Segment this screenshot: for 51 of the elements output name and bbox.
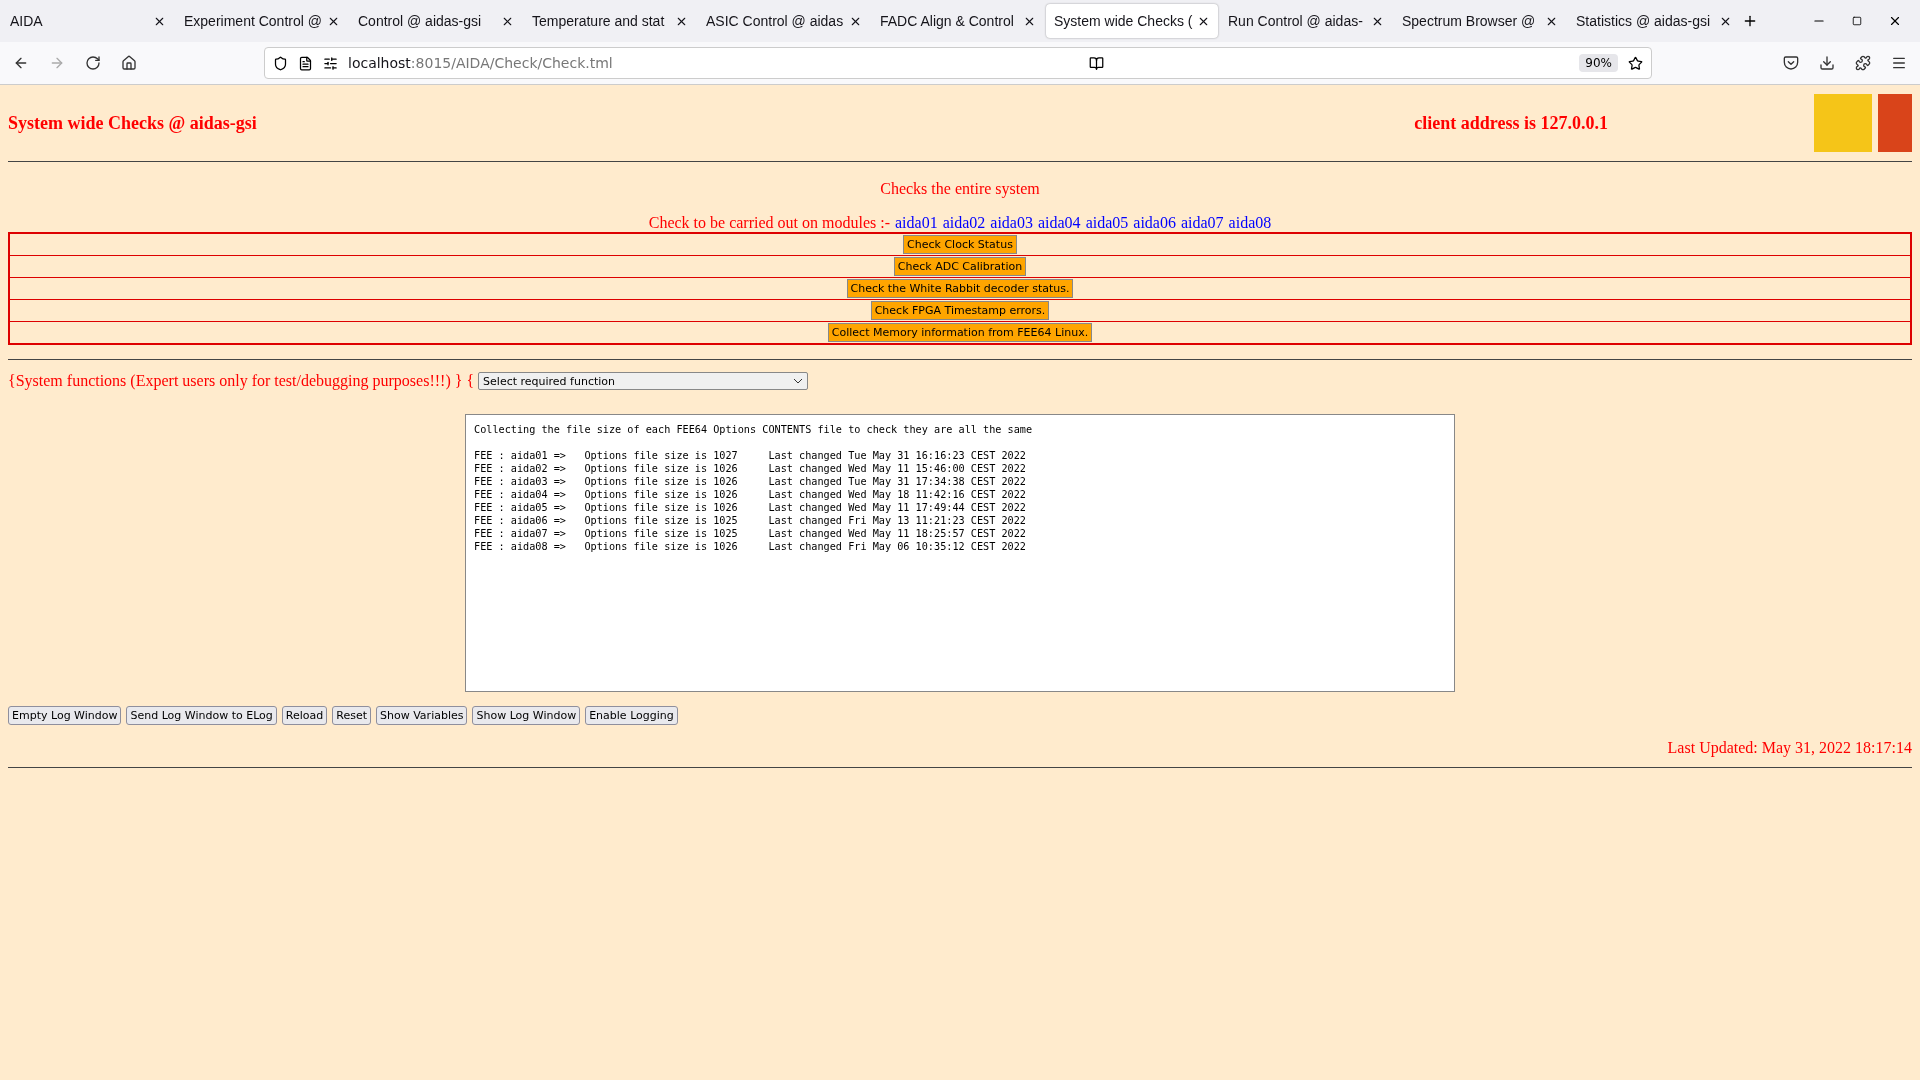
browser-tab[interactable]: Temperature and stat	[524, 4, 696, 38]
log-button[interactable]: Reset	[332, 706, 371, 725]
log-button[interactable]: Reload	[281, 706, 328, 725]
browser-tab[interactable]: Statistics @ aidas-gsi	[1568, 4, 1740, 38]
log-button[interactable]: Show Log Window	[472, 706, 581, 725]
log-textarea[interactable]: Collecting the file size of each FEE64 Options CONTENTS file to check they are all the same FEE : aida01 => Options file size is 1027 Last changed Tue May 31 16:16:23 CEST 2022 FEE : aida02 => Options file size is 1026 Last changed Wed May 11 15:46:00 CEST 2022 FEE : aida03 => Options file size is 1026 Last changed Tue May 31 17:34:38 CEST 2022 FEE : aida04 => Options file size is 1026 Last changed Wed May 18 11:42:16 CEST 2022 FEE : aida05 => Options file size is 1026 Last changed Wed May 11 17:49:44 CEST 2022 FEE : aida06 => Options file size is 1025 Last changed Fri May 13 11:21:23 CEST 2022 FEE : aida07 => Options file size is 1025 Last changed Wed May 11 18:25:57 CEST 2022 FEE : aida08 => Options file size is 1026 Last changed Fri May 06 10:35:12 CEST 2022	[465, 414, 1455, 692]
browser-tab[interactable]: FADC Align & Control	[872, 4, 1044, 38]
system-functions-label: {System functions (Expert users only for test/debugging purposes!!!) } {	[8, 372, 475, 390]
chevron-down-icon	[793, 378, 804, 384]
module-link[interactable]: aida07	[1180, 214, 1224, 231]
maximize-icon[interactable]	[1852, 16, 1862, 26]
browser-tab[interactable]: ASIC Control @ aidas	[698, 4, 870, 38]
page-icon	[298, 55, 313, 71]
check-button[interactable]: Check ADC Calibration	[893, 257, 1027, 276]
modules-label: Check to be carried out on modules :-	[648, 214, 890, 231]
log-button[interactable]: Empty Log Window	[8, 706, 122, 725]
reader-view-icon[interactable]	[1088, 55, 1104, 71]
logo-image	[1878, 94, 1912, 152]
log-button[interactable]: Show Variables	[376, 706, 468, 725]
check-button[interactable]: Collect Memory information from FEE64 Linux.	[827, 323, 1093, 342]
check-button[interactable]: Check FPGA Timestamp errors.	[870, 301, 1050, 320]
browser-tab[interactable]: AIDA	[2, 4, 174, 38]
client-address: client address is 127.0.0.1	[1414, 112, 1608, 134]
checks-subtitle: Checks the entire system	[879, 180, 1041, 198]
permissions-icon[interactable]	[323, 55, 338, 71]
close-icon[interactable]	[1888, 14, 1902, 28]
module-link[interactable]: aida06	[1133, 214, 1176, 231]
bookmark-star-icon[interactable]	[1628, 55, 1643, 71]
browser-tab[interactable]: Spectrum Browser @	[1394, 4, 1566, 38]
function-select[interactable]: Select required function	[478, 372, 809, 390]
module-link[interactable]: aida03	[990, 214, 1033, 231]
module-link[interactable]: aida05	[1085, 214, 1129, 231]
module-link[interactable]: aida08	[1228, 214, 1272, 231]
check-button[interactable]: Check Clock Status	[903, 235, 1017, 254]
module-link[interactable]: aida04	[1037, 214, 1081, 231]
module-link[interactable]: aida02	[942, 214, 986, 231]
browser-tab[interactable]: Experiment Control @	[176, 4, 348, 38]
log-button[interactable]: Enable Logging	[585, 706, 678, 725]
module-link[interactable]: aida01	[895, 214, 938, 231]
log-button[interactable]: Send Log Window to ELog	[126, 706, 277, 725]
browser-tab[interactable]: System wide Checks (	[1046, 4, 1218, 38]
check-button[interactable]: Check the White Rabbit decoder status.	[846, 279, 1074, 298]
logo-image	[1814, 94, 1872, 152]
zoom-level[interactable]: 90%	[1579, 54, 1618, 72]
browser-tab[interactable]: Control @ aidas-gsi	[350, 4, 522, 38]
browser-tab[interactable]: Run Control @ aidas-	[1220, 4, 1392, 38]
last-updated: Last Updated: May 31, 2022 18:17:14	[1667, 739, 1912, 757]
address-bar[interactable]: localhost:8015/AIDA/Check/Check.tml 90%	[264, 47, 1652, 79]
page-title: System wide Checks @ aidas-gsi	[8, 112, 257, 134]
new-tab-icon[interactable]	[1742, 13, 1758, 29]
shield-icon	[273, 55, 288, 71]
